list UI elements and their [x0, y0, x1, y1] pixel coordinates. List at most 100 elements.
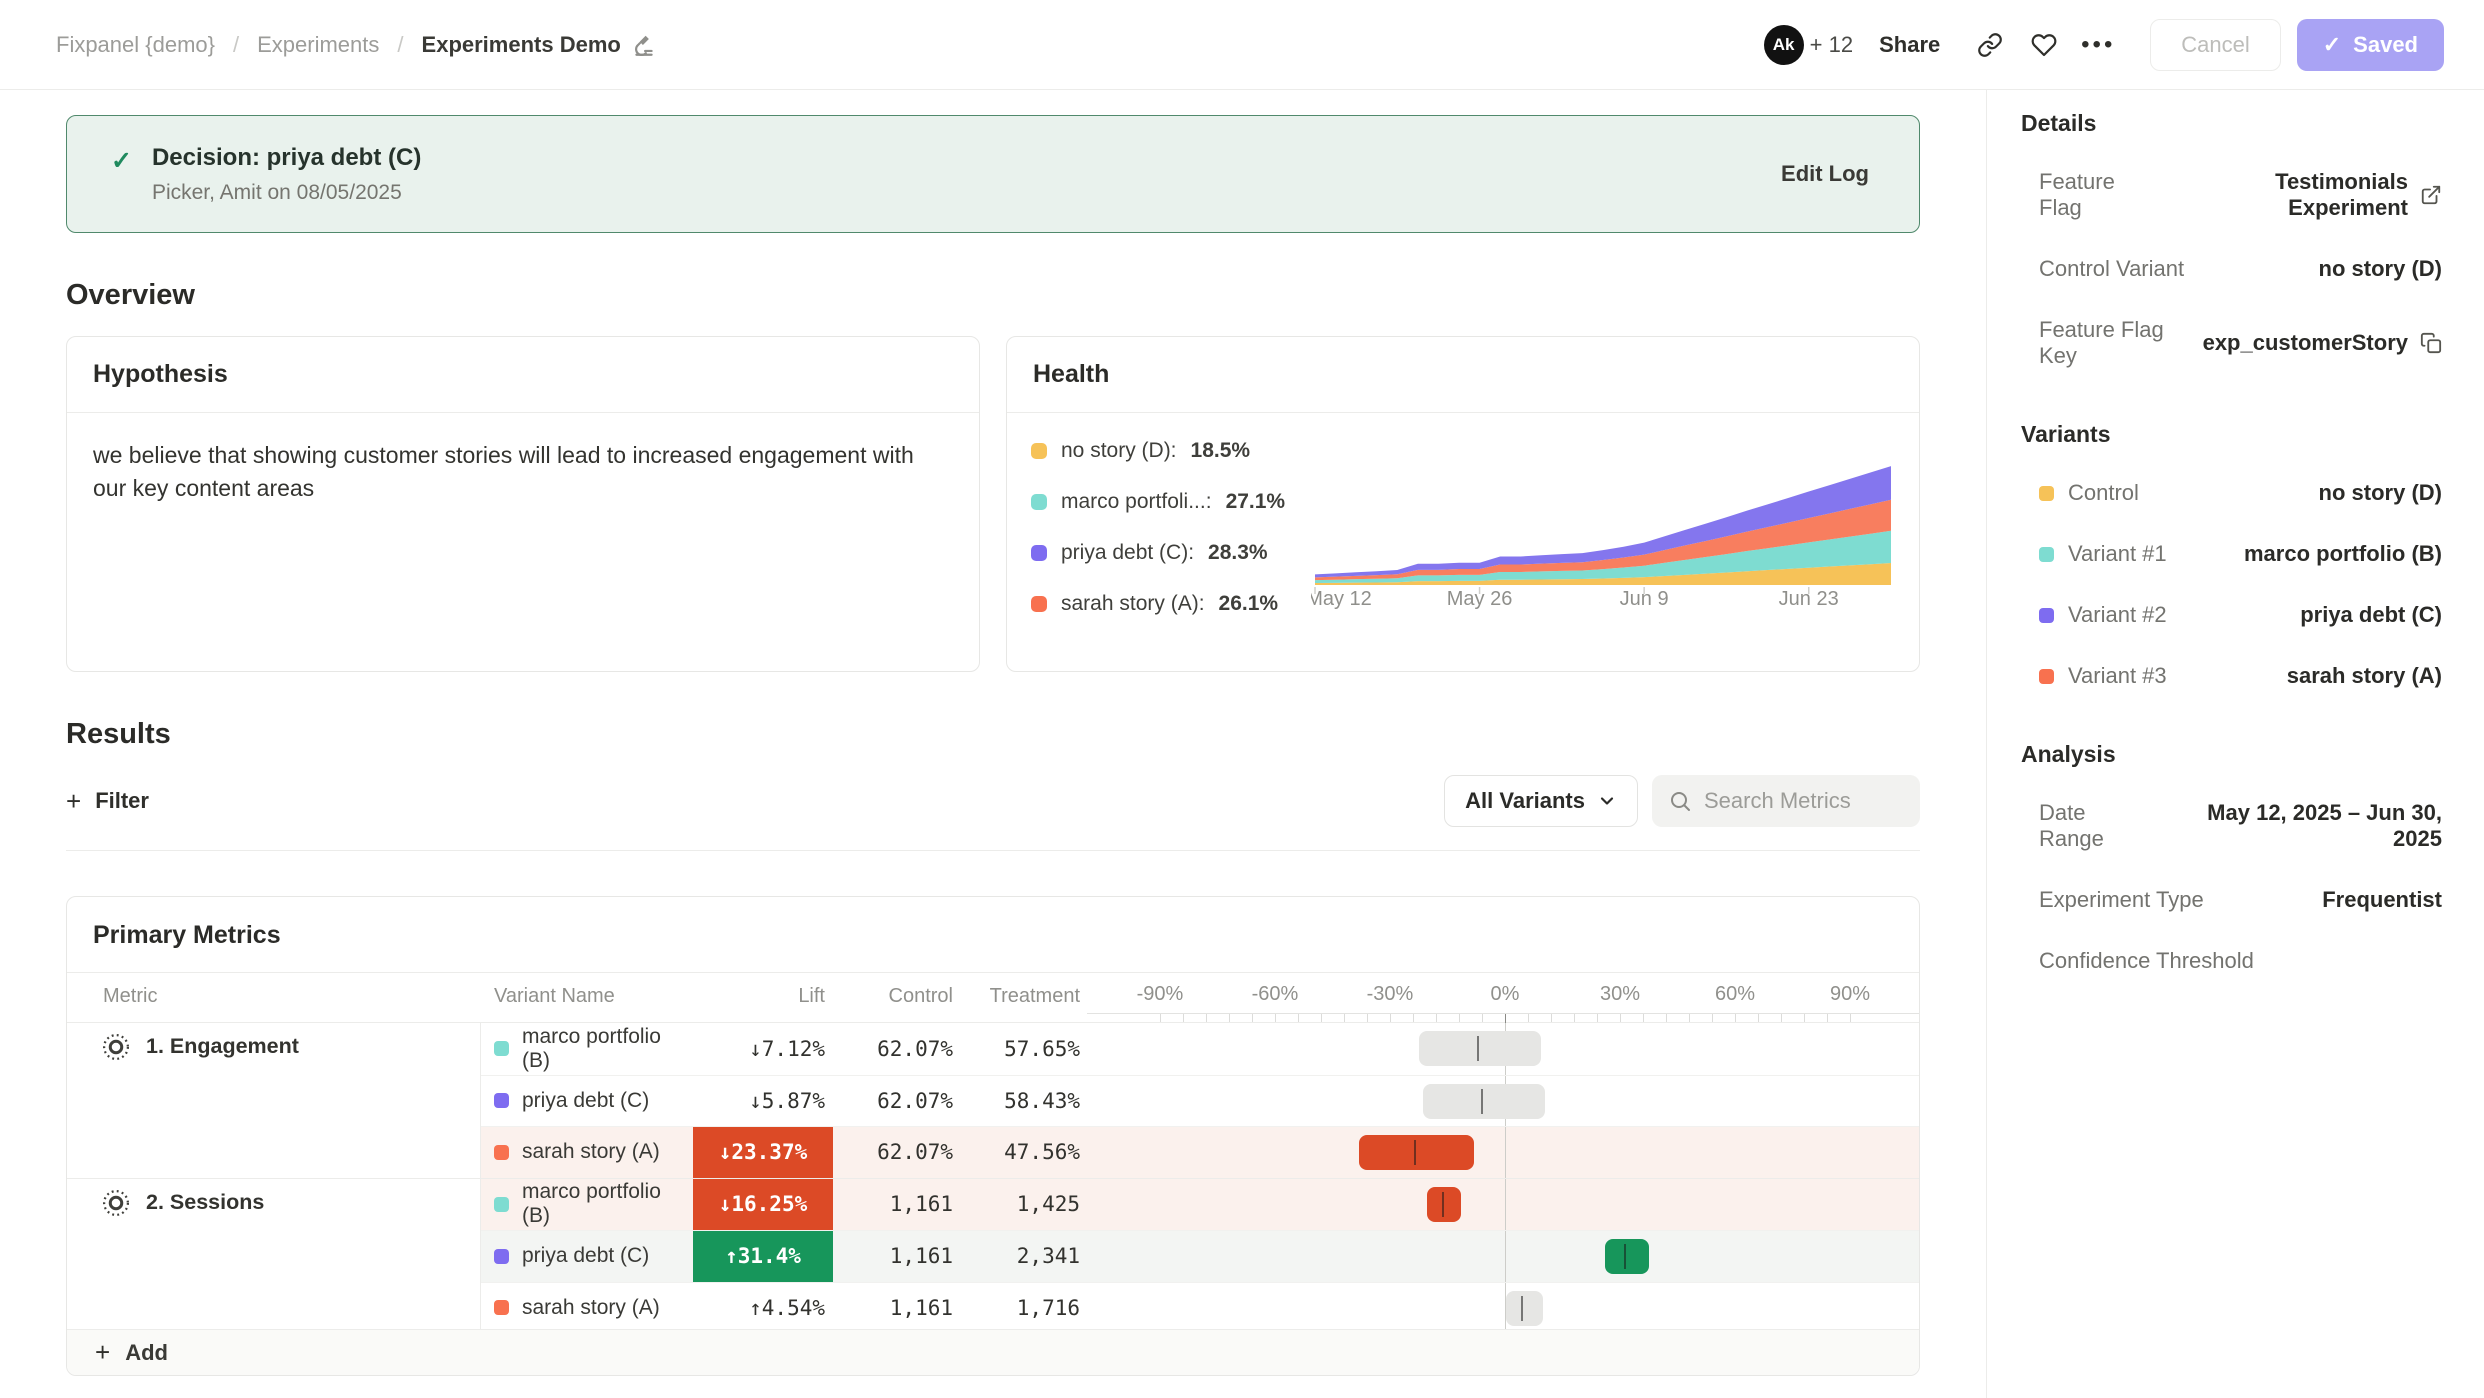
axis-tick-label: 30%: [1600, 983, 1640, 1006]
breadcrumb-item[interactable]: Fixpanel {demo}: [56, 32, 215, 58]
variant-swatch: [494, 1300, 509, 1315]
axis-tick: [1321, 1014, 1322, 1022]
axis-tick: [1781, 1014, 1782, 1022]
variant-name: priya debt (C): [522, 1089, 649, 1113]
metric-target-icon: [101, 1032, 131, 1062]
legend-label: sarah story (A):: [1061, 592, 1205, 616]
lift-value: ↓7.12%: [749, 1037, 825, 1061]
variant-swatch: [2039, 547, 2054, 562]
col-control: Control: [833, 973, 953, 1022]
confidence-interval-cell: [1087, 1076, 1919, 1127]
lift-point-marker: [1521, 1296, 1523, 1321]
add-filter-button[interactable]: + Filter: [66, 786, 149, 817]
axis-tick: [1620, 1014, 1621, 1022]
share-button[interactable]: Share: [1879, 32, 1940, 58]
lift-value: ↑4.54%: [749, 1296, 825, 1320]
axis-tick-label: -30%: [1367, 983, 1414, 1006]
variant-label: Variant #2: [2039, 602, 2167, 628]
confidence-interval-cell: [1087, 1231, 1919, 1282]
variants-section: Variants Controlno story (D)Variant #1ma…: [2021, 421, 2442, 689]
edit-log-button[interactable]: Edit Log: [1781, 161, 1869, 187]
add-metric-button[interactable]: + Add: [67, 1329, 1919, 1375]
lift-badge: ↓16.25%: [693, 1179, 833, 1231]
search-metrics-box: [1652, 775, 1920, 827]
decision-title: Decision: priya debt (C): [152, 144, 421, 172]
axis-tick: [1183, 1014, 1184, 1022]
control-value: 1,161: [833, 1179, 953, 1231]
analysis-label: Experiment Type: [2039, 887, 2204, 913]
variant-name: marco portfolio (B): [522, 1025, 693, 1073]
sidebar-row: Feature FlagTestimonials Experiment: [2021, 169, 2442, 221]
confidence-interval-cell: [1087, 1023, 1919, 1075]
more-options-icon[interactable]: •••: [2078, 25, 2118, 65]
health-chart: May 12May 26Jun 9Jun 23: [1311, 457, 1899, 616]
lift-value: ↓5.87%: [749, 1089, 825, 1113]
detail-value: Testimonials Experiment: [2159, 169, 2408, 221]
lift-cell: ↓7.12%: [693, 1023, 833, 1075]
axis-tick: [1229, 1014, 1230, 1022]
lift-point-marker: [1477, 1036, 1479, 1061]
detail-label: Feature Flag Key: [2039, 317, 2203, 369]
legend-label: marco portfoli...:: [1061, 490, 1212, 514]
decision-meta: Picker, Amit on 08/05/2025: [152, 181, 421, 205]
legend-swatch: [1031, 596, 1047, 612]
topbar: Fixpanel {demo}/Experiments/Experiments …: [0, 0, 2484, 90]
variant-cell: sarah story (A): [481, 1127, 693, 1178]
analysis-heading: Analysis: [2021, 741, 2442, 768]
variant-row[interactable]: priya debt (C)↑31.4%1,1612,341: [481, 1230, 1919, 1282]
axis-tick: [1574, 1014, 1575, 1022]
variants-dropdown[interactable]: All Variants: [1444, 775, 1638, 827]
variant-swatch: [2039, 486, 2054, 501]
control-value: 62.07%: [833, 1127, 953, 1178]
axis-tick: [1712, 1014, 1713, 1022]
svg-text:May 12: May 12: [1311, 588, 1372, 609]
variant-row[interactable]: sarah story (A)↑4.54%1,1611,716: [481, 1282, 1919, 1334]
legend-value: 27.1%: [1226, 490, 1286, 514]
variant-row[interactable]: marco portfolio (B)↓16.25%1,1611,425: [481, 1179, 1919, 1231]
svg-text:Jun 23: Jun 23: [1779, 588, 1839, 609]
treatment-value: 47.56%: [953, 1127, 1087, 1178]
main-content: ✓ Decision: priya debt (C) Picker, Amit …: [0, 90, 1986, 1398]
lift-point-marker: [1481, 1089, 1483, 1114]
favorite-heart-icon[interactable]: [2024, 25, 2064, 65]
control-value: 62.07%: [833, 1023, 953, 1075]
variant-swatch: [494, 1041, 509, 1056]
topbar-actions: Ak + 12 Share ••• Cancel ✓ Saved: [1764, 19, 2444, 71]
primary-metrics-title: Primary Metrics: [67, 897, 1919, 973]
variant-cell: marco portfolio (B): [481, 1179, 693, 1231]
confidence-interval-bar: [1427, 1187, 1460, 1222]
details-section: Details Feature FlagTestimonials Experim…: [2021, 110, 2442, 369]
axis-tick: [1758, 1014, 1759, 1022]
copy-icon[interactable]: [2420, 332, 2442, 354]
collaborators-count[interactable]: + 12: [1810, 32, 1853, 58]
axis-tick: [1344, 1014, 1345, 1022]
hypothesis-card: Hypothesis we believe that showing custo…: [66, 336, 980, 672]
col-lift: Lift: [693, 973, 833, 1022]
breadcrumb: Fixpanel {demo}/Experiments/Experiments …: [56, 32, 657, 58]
control-value: 62.07%: [833, 1076, 953, 1127]
overview-heading: Overview: [66, 279, 1920, 312]
variant-row[interactable]: sarah story (A)↓23.37%62.07%47.56%: [481, 1126, 1919, 1178]
saved-label: Saved: [2353, 32, 2418, 58]
avatar[interactable]: Ak: [1764, 25, 1804, 65]
external-link-icon[interactable]: [2420, 184, 2442, 206]
copy-link-icon[interactable]: [1970, 25, 2010, 65]
col-variant: Variant Name: [481, 973, 693, 1022]
check-icon: ✓: [2323, 32, 2341, 58]
variant-row[interactable]: marco portfolio (B)↓7.12%62.07%57.65%: [481, 1023, 1919, 1075]
axis-tick-label: -90%: [1137, 983, 1184, 1006]
right-sidebar: Details Feature FlagTestimonials Experim…: [1986, 90, 2484, 1398]
search-metrics-input[interactable]: [1704, 788, 1904, 814]
results-heading: Results: [66, 718, 1920, 751]
axis-tick: [1689, 1014, 1690, 1022]
axis-tick: [1298, 1014, 1299, 1022]
breadcrumb-separator: /: [397, 32, 403, 58]
legend-swatch: [1031, 494, 1047, 510]
axis-ruler: [1087, 1013, 1919, 1014]
variant-row[interactable]: priya debt (C)↓5.87%62.07%58.43%: [481, 1075, 1919, 1127]
legend-item: sarah story (A):26.1%: [1031, 592, 1311, 616]
breadcrumb-item[interactable]: Experiments: [257, 32, 379, 58]
cancel-button[interactable]: Cancel: [2150, 19, 2280, 71]
saved-button[interactable]: ✓ Saved: [2297, 19, 2444, 71]
metric-name: 2. Sessions: [146, 1190, 264, 1215]
